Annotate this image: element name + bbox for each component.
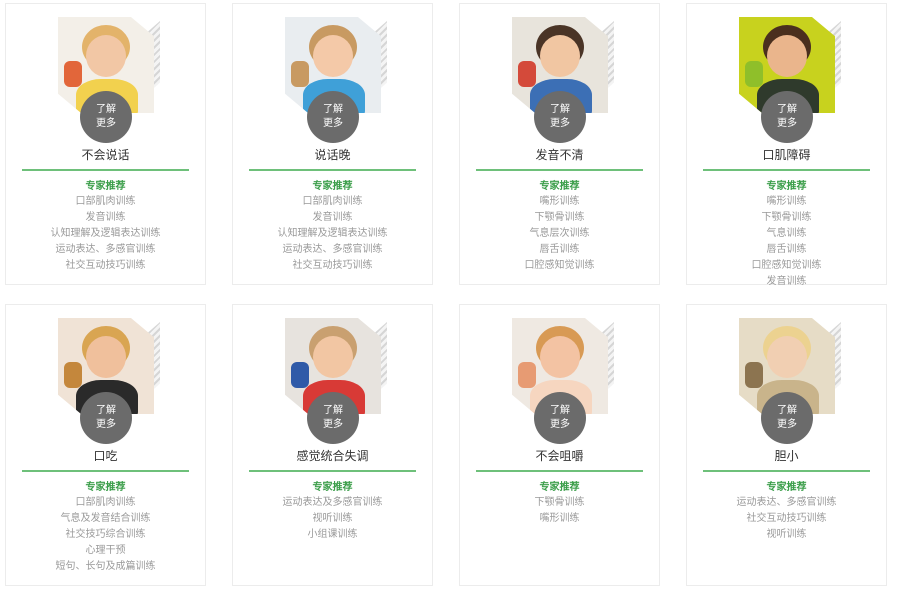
card-title: 不会说话 (81, 148, 130, 162)
title-divider (22, 169, 189, 171)
service-card[interactable]: 了解更多不会咀嚼专家推荐下颚骨训练嘴形训练 (459, 304, 660, 586)
training-item: 气息及发音结合训练 (60, 513, 151, 524)
training-item: 下颚骨训练 (534, 212, 585, 223)
expert-recommend-label: 专家推荐 (539, 482, 580, 493)
card-title: 感觉统合失调 (296, 449, 369, 463)
service-card[interactable]: 了解更多不会说话专家推荐口部肌肉训练 发音训练认知理解及逻辑表达训练 运动表达、多感… (5, 3, 206, 285)
training-item: 社交互动技巧训练 (65, 260, 146, 271)
title-divider (703, 470, 870, 472)
card-title: 说话晚 (314, 148, 351, 162)
learn-more-line1: 了解 (777, 405, 797, 416)
learn-more-line2: 更多 (777, 419, 797, 430)
title-divider (476, 169, 643, 171)
service-card[interactable]: 了解更多感觉统合失调 专家推荐运动表达及多感官训练 视听训练小组课训练 (232, 304, 433, 586)
training-item: 发音训练 (312, 212, 353, 223)
training-item: 口腔感知觉训练 (751, 260, 822, 271)
learn-more-line2: 更多 (96, 118, 116, 129)
learn-more-line2: 更多 (550, 118, 570, 129)
card-title: 不会咀嚼 (535, 449, 584, 463)
expert-recommend-label: 专家推荐 (539, 181, 580, 192)
learn-more-line2: 更多 (323, 118, 343, 129)
learn-more-line1: 了解 (550, 405, 570, 416)
learn-more-line2: 更多 (96, 419, 116, 430)
card-title: 发音不清 (535, 148, 584, 162)
learn-more-button[interactable]: 了解 更多 (307, 392, 359, 444)
training-item: 口部肌肉训练 (302, 196, 363, 207)
training-item: 小组课训练 (307, 529, 358, 540)
learn-more-line2: 更多 (550, 419, 570, 430)
training-item: 运动表达及多感官训练 (282, 497, 383, 508)
learn-more-line1: 了解 (323, 405, 343, 416)
expert-recommend-label: 专家推荐 (766, 482, 807, 493)
learn-more-button[interactable]: 了解 更多 (534, 392, 586, 444)
learn-more-button[interactable]: 了解 更多 (80, 392, 132, 444)
service-card[interactable]: 了解更多发音不清专家推荐嘴形训练下颚骨训练气息层次训练 唇舌训练口腔感知觉训练 (459, 3, 660, 285)
title-divider (249, 470, 416, 472)
training-item: 短句、长句及成篇训练 (55, 561, 156, 572)
service-card[interactable]: 了解更多口吃专家推荐口部肌肉训练气息及发音结合训练 社交技巧综合训练 心理干预短句、… (5, 304, 206, 586)
learn-more-button[interactable]: 了解 更多 (761, 91, 813, 143)
learn-more-line2: 更多 (777, 118, 797, 129)
training-list: 下颚骨训练 嘴形训练 (460, 495, 659, 527)
training-item: 视听训练 (312, 513, 353, 524)
title-divider (249, 169, 416, 171)
title-divider (476, 470, 643, 472)
training-list: 嘴形训练下颚骨训练气息层次训练 唇舌训练口腔感知觉训练 (460, 194, 659, 274)
card-title: 口吃 (93, 449, 118, 463)
product-grid: 了解 更多 不会说话 专家推荐 口部肌肉训练 发音训练 认知理解及逻辑表达训练 运动表达、多感… (0, 0, 900, 604)
learn-more-button[interactable]: 了解 更多 (80, 91, 132, 143)
training-list: 运动表达及多感官训练 视听训练小组课训练 (233, 495, 432, 543)
training-item: 嘴形训练 (539, 513, 580, 524)
training-list: 口部肌肉训练 发音训练认知理解及逻辑表达训练 运动表达、多感官训练 社交互动技巧训练 (233, 194, 432, 274)
training-item: 认知理解及逻辑表达训练 (50, 228, 161, 239)
service-card[interactable]: 了解更多口肌障碍专家推荐嘴形训练下颚骨训练气息训练唇舌训练口腔感知觉训练 发音训练 (686, 3, 887, 287)
training-item: 心理干预 (85, 545, 126, 556)
expert-recommend-label: 专家推荐 (85, 181, 126, 192)
service-card[interactable]: 了解更多说话晚专家推荐口部肌肉训练 发音训练认知理解及逻辑表达训练 运动表达、多感官… (232, 3, 433, 285)
training-item: 下颚骨训练 (534, 497, 585, 508)
training-item: 唇舌训练 (539, 244, 580, 255)
learn-more-line1: 了解 (96, 104, 116, 115)
training-list: 口部肌肉训练 发音训练认知理解及逻辑表达训练 运动表达、多感官训练 社交互动技巧训练 (6, 194, 205, 274)
training-item: 运动表达、多感官训练 (55, 244, 156, 255)
training-item: 口腔感知觉训练 (524, 260, 595, 271)
learn-more-line1: 了解 (550, 104, 570, 115)
training-item: 认知理解及逻辑表达训练 (277, 228, 388, 239)
expert-recommend-label: 专家推荐 (312, 482, 353, 493)
training-item: 运动表达、多感官训练 (736, 497, 837, 508)
training-item: 社交互动技巧训练 (292, 260, 373, 271)
learn-more-line1: 了解 (777, 104, 797, 115)
learn-more-line1: 了解 (96, 405, 116, 416)
training-item: 嘴形训练 (766, 196, 807, 207)
training-item: 社交互动技巧训练 (746, 513, 827, 524)
training-list: 嘴形训练下颚骨训练气息训练唇舌训练口腔感知觉训练 发音训练 (687, 194, 886, 290)
expert-recommend-label: 专家推荐 (312, 181, 353, 192)
learn-more-button[interactable]: 了解 更多 (761, 392, 813, 444)
service-card[interactable]: 了解更多胆小专家推荐运动表达、多感官训练 社交互动技巧训练 视听训练 (686, 304, 887, 586)
learn-more-button[interactable]: 了解 更多 (307, 91, 359, 143)
learn-more-button[interactable]: 了解 更多 (534, 91, 586, 143)
learn-more-line2: 更多 (323, 419, 343, 430)
card-title: 口肌障碍 (762, 148, 811, 162)
training-item: 视听训练 (766, 529, 807, 540)
training-item: 社交技巧综合训练 (65, 529, 146, 540)
training-list: 口部肌肉训练气息及发音结合训练 社交技巧综合训练 心理干预短句、长句及成篇训练 (6, 495, 205, 575)
title-divider (22, 470, 189, 472)
training-item: 嘴形训练 (539, 196, 580, 207)
expert-recommend-label: 专家推荐 (766, 181, 807, 192)
training-list: 运动表达、多感官训练 社交互动技巧训练 视听训练 (687, 495, 886, 543)
training-item: 发音训练 (85, 212, 126, 223)
training-item: 唇舌训练 (766, 244, 807, 255)
learn-more-line1: 了解 (323, 104, 343, 115)
training-item: 下颚骨训练 (761, 212, 812, 223)
training-item: 气息层次训练 (529, 228, 590, 239)
training-item: 运动表达、多感官训练 (282, 244, 383, 255)
card-title: 胆小 (774, 449, 799, 463)
training-item: 发音训练 (766, 276, 807, 287)
title-divider (703, 169, 870, 171)
training-item: 气息训练 (766, 228, 807, 239)
training-item: 口部肌肉训练 (75, 196, 136, 207)
expert-recommend-label: 专家推荐 (85, 482, 126, 493)
training-item: 口部肌肉训练 (75, 497, 136, 508)
